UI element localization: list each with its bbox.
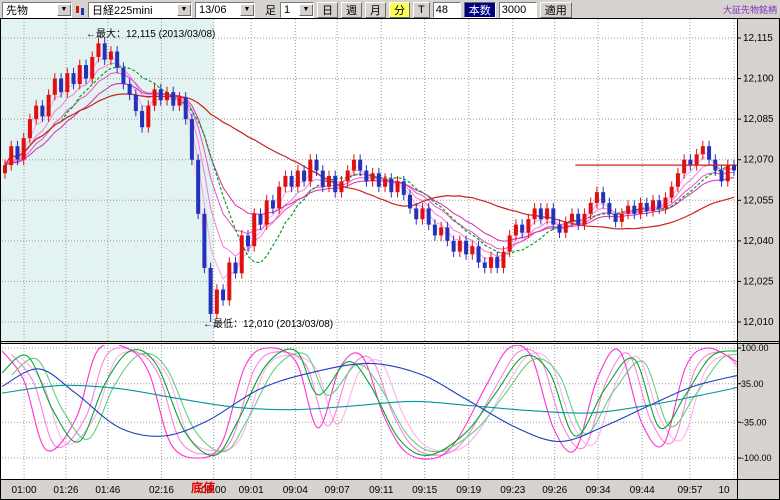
candle-icon bbox=[75, 4, 85, 16]
time-axis-label: 09:19 bbox=[456, 485, 481, 496]
interval-select-value: 1 bbox=[284, 4, 290, 16]
osc-tick-label: 100.00 bbox=[741, 343, 769, 353]
time-axis-label: 01:46 bbox=[95, 485, 120, 496]
price-chart-canvas[interactable]: 12,115 12,100 12,085 12,070 12,055 12,040 12,0… bbox=[0, 18, 780, 500]
time-axis-label: 01:26 bbox=[53, 485, 78, 496]
chart-region: 12,115 12,100 12,085 12,070 12,055 12,040 12,0… bbox=[0, 18, 780, 500]
osc-tick-label: -35.00 bbox=[741, 417, 767, 427]
price-tick-label: 12,025 bbox=[743, 276, 774, 287]
time-axis-label: 09:44 bbox=[630, 485, 655, 496]
price-tick-label: 12,010 bbox=[743, 317, 774, 328]
symbol-select-value: 日経225mini bbox=[92, 2, 153, 18]
time-axis-label: 09:26 bbox=[542, 485, 567, 496]
bars-input[interactable] bbox=[499, 2, 537, 18]
chart-app-window: 先物 ▼ 日経225mini ▼ 13/06 ▼ 足 1 ▼ 日 週 月 分 T… bbox=[0, 0, 780, 500]
symbol-select-arrow-icon[interactable]: ▼ bbox=[177, 4, 191, 16]
time-axis-label: 09:34 bbox=[586, 485, 611, 496]
market-select[interactable]: 先物 ▼ bbox=[2, 2, 72, 18]
time-axis-label: 09:07 bbox=[325, 485, 350, 496]
time-axis-label: 01:00 bbox=[12, 485, 37, 496]
time-axis-label: 09:01 bbox=[239, 485, 264, 496]
tick-button[interactable]: T bbox=[413, 2, 430, 18]
interval-select[interactable]: 1 ▼ bbox=[280, 2, 314, 18]
time-axis-label: 09:15 bbox=[412, 485, 437, 496]
bar-count-button[interactable]: 本数 bbox=[464, 2, 496, 18]
bar-type-label: 足 bbox=[264, 2, 277, 18]
interval-select-arrow-icon[interactable]: ▼ bbox=[299, 4, 313, 16]
osc-tick-label: 35.00 bbox=[741, 379, 764, 389]
time-axis-label: 09:11 bbox=[369, 485, 394, 496]
time-axis-label: 10 bbox=[718, 485, 730, 496]
price-tick-label: 12,055 bbox=[743, 195, 774, 206]
count-input[interactable] bbox=[433, 2, 461, 18]
price-tick-label: 12,040 bbox=[743, 236, 774, 247]
period-day-button[interactable]: 日 bbox=[317, 2, 338, 18]
price-tick-label: 12,100 bbox=[743, 74, 774, 85]
contract-select-value: 13/06 bbox=[199, 4, 227, 16]
contract-select-arrow-icon[interactable]: ▼ bbox=[240, 4, 254, 16]
period-month-button[interactable]: 月 bbox=[365, 2, 386, 18]
price-tick-label: 12,115 bbox=[743, 33, 773, 44]
time-axis-label: 02:16 bbox=[149, 485, 174, 496]
time-axis-label: 09:57 bbox=[677, 485, 702, 496]
period-minute-button[interactable]: 分 bbox=[389, 2, 410, 18]
toolbar: 先物 ▼ 日経225mini ▼ 13/06 ▼ 足 1 ▼ 日 週 月 分 T… bbox=[0, 0, 780, 18]
contract-select[interactable]: 13/06 ▼ bbox=[195, 2, 255, 18]
time-axis-label: 09:04 bbox=[283, 485, 308, 496]
period-week-button[interactable]: 週 bbox=[341, 2, 362, 18]
time-axis-label: 09:00 bbox=[201, 485, 226, 496]
market-select-arrow-icon[interactable]: ▼ bbox=[57, 4, 71, 16]
time-axis-label: 09:23 bbox=[500, 485, 525, 496]
osc-tick-label: -100.00 bbox=[741, 453, 772, 463]
market-select-value: 先物 bbox=[6, 2, 28, 18]
price-tick-label: 12,070 bbox=[743, 155, 774, 166]
apply-button[interactable]: 適用 bbox=[540, 2, 572, 18]
symbol-select[interactable]: 日経225mini ▼ bbox=[88, 2, 192, 18]
corner-settings-link[interactable]: 大証先物銘柄 bbox=[723, 3, 777, 16]
price-tick-label: 12,085 bbox=[743, 114, 774, 125]
